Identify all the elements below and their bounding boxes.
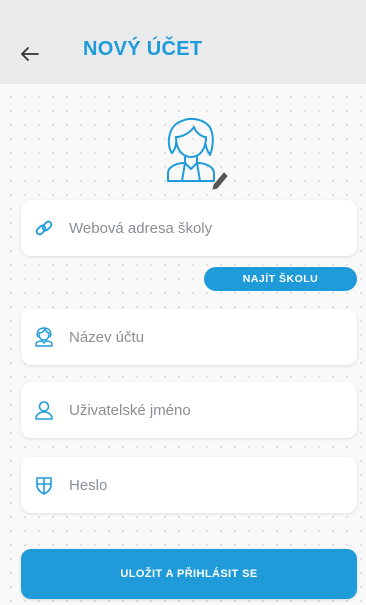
save-and-login-button[interactable]: ULOŽIT A PŘIHLÁSIT SE bbox=[21, 549, 357, 599]
back-button[interactable] bbox=[16, 40, 44, 68]
school-url-field[interactable]: Webová adresa školy bbox=[21, 200, 357, 256]
page-title: NOVÝ ÚČET bbox=[83, 38, 203, 60]
arrow-left-icon bbox=[21, 47, 39, 61]
user-icon bbox=[33, 399, 55, 421]
user-avatar-icon bbox=[167, 117, 228, 190]
account-name-field[interactable]: Název účtu bbox=[21, 309, 357, 365]
account-name-placeholder: Název účtu bbox=[69, 328, 145, 346]
password-field[interactable]: Heslo bbox=[21, 457, 357, 513]
shield-icon bbox=[33, 474, 55, 496]
avatar[interactable] bbox=[160, 115, 232, 191]
username-placeholder: Uživatelské jméno bbox=[69, 401, 191, 419]
password-placeholder: Heslo bbox=[69, 476, 108, 494]
top-app-bar: NOVÝ ÚČET bbox=[0, 0, 366, 84]
school-url-placeholder: Webová adresa školy bbox=[69, 219, 213, 237]
pencil-icon bbox=[212, 172, 228, 190]
username-field[interactable]: Uživatelské jméno bbox=[21, 382, 357, 438]
link-icon bbox=[33, 217, 55, 239]
user-avatar-icon bbox=[33, 326, 55, 348]
find-school-button[interactable]: NAJÍT ŠKOLU bbox=[204, 267, 357, 291]
